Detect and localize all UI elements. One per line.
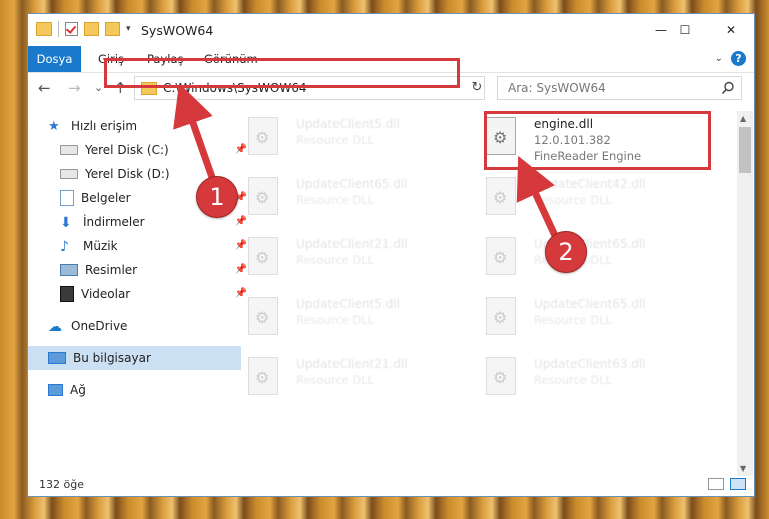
tiles-view-icon[interactable] bbox=[730, 478, 746, 490]
drive-icon bbox=[60, 145, 78, 155]
pictures-icon bbox=[60, 264, 78, 276]
download-icon: ⬇ bbox=[60, 215, 72, 231]
sidebar-item-label: Ağ bbox=[70, 383, 86, 397]
sidebar-item-label: İndirmeler bbox=[83, 215, 145, 229]
sidebar-item-network[interactable]: Ağ bbox=[28, 378, 241, 402]
file-description: Resource DLL bbox=[296, 193, 375, 207]
refresh-icon[interactable]: ↻ bbox=[467, 76, 487, 100]
new-folder-icon[interactable] bbox=[84, 22, 99, 36]
sidebar-item-label: Videolar bbox=[81, 287, 131, 301]
file-item[interactable]: UpdateClient21.dll Resource DLL bbox=[222, 353, 442, 403]
close-button[interactable]: ✕ bbox=[708, 14, 754, 46]
callout-2: 2 bbox=[545, 231, 587, 273]
file-description: Resource DLL bbox=[296, 313, 375, 327]
sidebar-item-videos[interactable]: Videolar 📌 bbox=[28, 282, 253, 306]
dll-file-icon bbox=[486, 237, 516, 275]
sidebar-item-label: Belgeler bbox=[81, 191, 131, 205]
dll-file-icon bbox=[248, 117, 278, 155]
file-name: UpdateClient5.dll bbox=[296, 117, 400, 131]
file-description: Resource DLL bbox=[534, 373, 613, 387]
file-item[interactable]: UpdateClient65.dll Resource DLL bbox=[460, 293, 680, 343]
sidebar-item-label: Müzik bbox=[83, 239, 118, 253]
search-box[interactable]: Ara: SysWOW64 bbox=[497, 76, 742, 100]
cloud-icon: ☁ bbox=[48, 319, 62, 335]
sidebar-item-label: OneDrive bbox=[71, 319, 128, 333]
file-item[interactable]: UpdateClient5.dll Resource DLL bbox=[222, 293, 442, 343]
dll-file-icon bbox=[248, 237, 278, 275]
file-item[interactable]: UpdateClient5.dll Resource DLL bbox=[222, 113, 442, 163]
file-description: Resource DLL bbox=[534, 193, 613, 207]
sidebar-item-label: Yerel Disk (C:) bbox=[85, 143, 169, 157]
file-description: Resource DLL bbox=[296, 133, 375, 147]
navigation-pane: ★ Hızlı erişim Yerel Disk (C:) 📌 Yerel D… bbox=[28, 111, 247, 476]
window-title: SysWOW64 bbox=[141, 23, 214, 38]
vertical-scrollbar[interactable]: ▲ ▼ bbox=[737, 111, 753, 476]
status-bar: 132 öğe bbox=[28, 474, 754, 496]
star-icon: ★ bbox=[48, 119, 60, 134]
details-view-icon[interactable] bbox=[708, 478, 724, 490]
dll-file-icon bbox=[248, 177, 278, 215]
properties-icon[interactable] bbox=[105, 22, 120, 36]
tab-file[interactable]: Dosya bbox=[28, 46, 81, 72]
back-icon[interactable]: ← bbox=[38, 79, 51, 97]
file-item[interactable]: UpdateClient42.dll Resource DLL bbox=[460, 173, 680, 223]
folder-icon[interactable] bbox=[36, 22, 52, 36]
file-description: Resource DLL bbox=[296, 253, 375, 267]
sidebar-item-this-pc[interactable]: Bu bilgisayar bbox=[28, 346, 241, 370]
search-icon bbox=[721, 81, 734, 95]
file-name: UpdateClient65.dll bbox=[296, 177, 408, 191]
file-name: UpdateClient65.dll bbox=[534, 297, 646, 311]
documents-icon bbox=[60, 190, 74, 206]
sidebar-item-pictures[interactable]: Resimler 📌 bbox=[28, 258, 253, 282]
file-name: UpdateClient21.dll bbox=[296, 237, 408, 251]
file-description: Resource DLL bbox=[534, 313, 613, 327]
file-item[interactable]: UpdateClient21.dll Resource DLL bbox=[222, 233, 442, 283]
help-icon[interactable]: ? bbox=[731, 51, 746, 66]
dll-file-icon bbox=[486, 297, 516, 335]
sidebar-item-onedrive[interactable]: ☁ OneDrive bbox=[28, 314, 241, 338]
properties-check-icon[interactable] bbox=[65, 22, 78, 36]
ribbon-right: ⌄ ? bbox=[715, 51, 746, 66]
quick-access-toolbar: ▾ bbox=[36, 21, 131, 37]
videos-icon bbox=[60, 286, 74, 302]
dll-file-icon bbox=[248, 357, 278, 395]
dll-file-icon bbox=[248, 297, 278, 335]
scrollbar-thumb[interactable] bbox=[739, 127, 751, 173]
network-icon bbox=[48, 384, 63, 396]
view-switcher bbox=[708, 478, 746, 490]
file-name: UpdateClient5.dll bbox=[296, 297, 400, 311]
dll-file-icon bbox=[486, 177, 516, 215]
sidebar-item-disk-c[interactable]: Yerel Disk (C:) 📌 bbox=[28, 138, 253, 162]
music-icon: ♪ bbox=[60, 239, 69, 255]
drive-icon bbox=[60, 169, 78, 179]
sidebar-item-label: Hızlı erişim bbox=[71, 119, 138, 133]
callout-1: 1 bbox=[196, 176, 238, 218]
forward-icon[interactable]: → bbox=[68, 79, 81, 97]
maximize-button[interactable]: ☐ bbox=[662, 14, 708, 46]
file-item[interactable]: UpdateClient65.dll Resource DLL bbox=[222, 173, 442, 223]
title-bar: ▾ SysWOW64 — ☐ ✕ bbox=[28, 14, 754, 46]
computer-icon bbox=[48, 352, 66, 364]
file-description: Resource DLL bbox=[296, 373, 375, 387]
item-count: 132 öğe bbox=[39, 478, 84, 491]
customize-toolbar-icon[interactable]: ▾ bbox=[126, 24, 131, 34]
dll-file-icon bbox=[486, 357, 516, 395]
sidebar-item-label: Yerel Disk (D:) bbox=[85, 167, 170, 181]
file-item[interactable]: UpdateClient63.dll Resource DLL bbox=[460, 353, 680, 403]
sidebar-item-quick-access[interactable]: ★ Hızlı erişim bbox=[28, 114, 241, 138]
address-highlight-box bbox=[104, 58, 460, 88]
file-name: UpdateClient63.dll bbox=[534, 357, 646, 371]
file-name: UpdateClient21.dll bbox=[296, 357, 408, 371]
sidebar-item-label: Resimler bbox=[85, 263, 138, 277]
sidebar-item-label: Bu bilgisayar bbox=[73, 351, 151, 365]
sidebar-item-music[interactable]: ♪ Müzik 📌 bbox=[28, 234, 253, 258]
scroll-down-icon[interactable]: ▼ bbox=[740, 464, 746, 473]
scroll-up-icon[interactable]: ▲ bbox=[740, 114, 746, 123]
file-name: UpdateClient42.dll bbox=[534, 177, 646, 191]
search-placeholder: Ara: SysWOW64 bbox=[508, 81, 606, 95]
expand-ribbon-icon[interactable]: ⌄ bbox=[715, 53, 723, 64]
separator bbox=[58, 21, 59, 37]
recent-locations-icon[interactable]: ⌄ bbox=[94, 81, 103, 94]
file-highlight-box bbox=[484, 111, 711, 170]
